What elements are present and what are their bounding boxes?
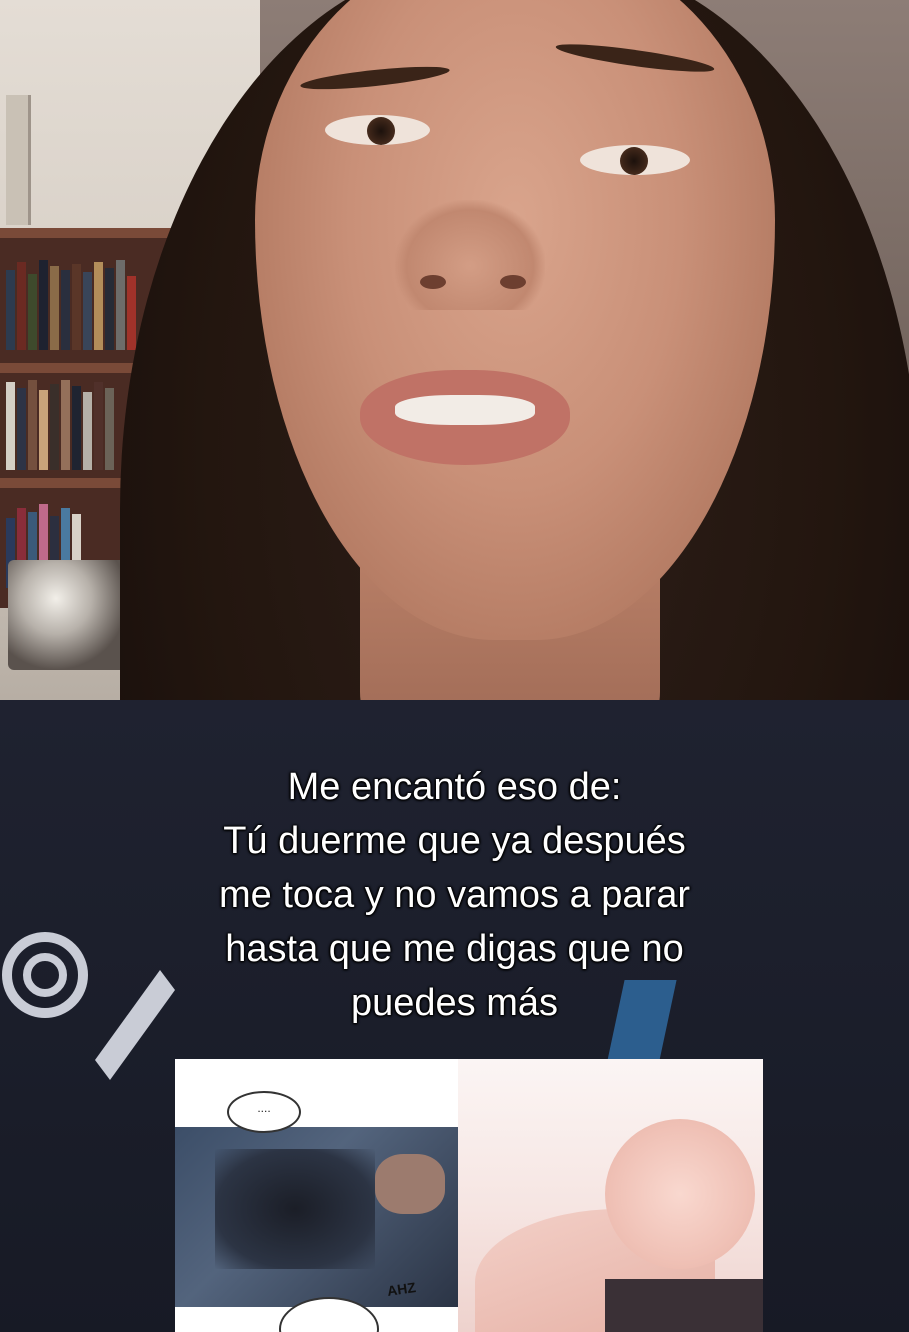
book: [39, 390, 48, 470]
book: [61, 380, 70, 470]
lamp: [8, 560, 128, 670]
book: [116, 260, 125, 350]
book: [28, 274, 37, 350]
book: [72, 264, 81, 350]
book: [127, 276, 136, 350]
book: [83, 392, 92, 470]
background-door: [6, 95, 31, 225]
book: [72, 386, 81, 470]
book: [39, 260, 48, 350]
book: [50, 384, 59, 470]
caption-line: me toca y no vamos a parar: [219, 874, 690, 916]
left-iris: [367, 117, 395, 145]
book: [50, 266, 59, 350]
caption-line: puedes más: [350, 982, 558, 1024]
book: [94, 262, 103, 350]
book: [6, 382, 15, 470]
comic-left-figures: [215, 1149, 375, 1269]
shelf-board: [0, 228, 180, 238]
comic-panel-image: .... AHZ: [175, 1059, 763, 1332]
caption-line: Me encantó eso de:: [287, 766, 622, 808]
video-frame: Me encantó eso de: Tú duerme que ya desp…: [0, 0, 909, 1332]
book: [17, 388, 26, 470]
caption-line: Tú duerme que ya después: [223, 820, 686, 862]
left-nostril: [420, 275, 446, 289]
left-eye: [325, 115, 430, 145]
person-teeth: [395, 395, 535, 425]
book: [17, 262, 26, 350]
caption-overlay: Me encantó eso de: Tú duerme que ya desp…: [100, 760, 809, 1030]
person-nose: [395, 200, 545, 310]
right-eye: [580, 145, 690, 175]
book: [105, 388, 114, 470]
right-iris: [620, 147, 648, 175]
comic-right-shadow: [605, 1279, 763, 1332]
speech-bubble: ....: [227, 1091, 301, 1133]
comic-left-hair: [375, 1154, 445, 1214]
book: [83, 272, 92, 350]
book: [105, 268, 114, 350]
book: [28, 380, 37, 470]
book: [6, 270, 15, 350]
right-nostril: [500, 275, 526, 289]
comic-right-hair: [605, 1119, 755, 1269]
caption-line: hasta que me digas que no: [225, 928, 684, 970]
book: [61, 270, 70, 350]
book: [94, 382, 103, 470]
